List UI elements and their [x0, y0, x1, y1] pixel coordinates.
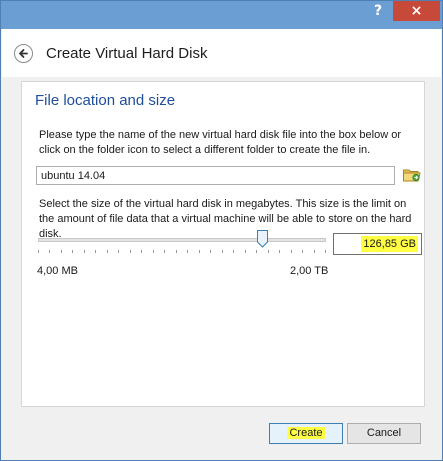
size-field[interactable]: 126,85 GB — [333, 233, 422, 255]
slider-tick — [60, 250, 62, 253]
folder-icon — [403, 169, 421, 182]
slider-tick — [313, 250, 315, 253]
slider-tick — [198, 250, 200, 253]
slider-tick — [164, 250, 166, 253]
back-button[interactable] — [14, 44, 33, 63]
slider-tick — [221, 250, 223, 253]
slider-tick — [129, 250, 131, 253]
slider-tick — [49, 250, 51, 253]
slider-tick — [187, 250, 189, 253]
slider-tick — [256, 250, 258, 253]
slider-tick — [244, 250, 246, 253]
close-button[interactable]: × — [393, 1, 440, 21]
slider-tick — [95, 250, 97, 253]
folder-button[interactable] — [402, 165, 422, 185]
slider-tick — [72, 250, 74, 253]
content-panel: File location and size Please type the n… — [21, 81, 425, 407]
wizard-header: Create Virtual Hard Disk — [2, 29, 441, 77]
create-button-label: Create — [287, 427, 325, 439]
slider-tick — [290, 250, 292, 253]
size-max-label: 2,00 TB — [290, 265, 329, 277]
slider-tick — [325, 250, 326, 253]
title-bar: ? × — [1, 1, 442, 29]
size-min-label: 4,00 MB — [37, 265, 78, 277]
back-arrow-icon — [19, 49, 28, 58]
dialog-window: ? × Create Virtual Hard Disk File locati… — [0, 0, 443, 461]
size-value: 126,85 GB — [361, 236, 418, 252]
slider-tick — [141, 250, 143, 253]
create-button[interactable]: Create — [269, 423, 343, 444]
file-name-input[interactable] — [36, 166, 395, 185]
help-button[interactable]: ? — [365, 1, 391, 21]
size-slider-thumb[interactable] — [257, 230, 269, 248]
cancel-button[interactable]: Cancel — [347, 423, 421, 444]
slider-tick — [38, 250, 39, 253]
file-location-description: Please type the name of the new virtual … — [39, 129, 401, 156]
size-slider-track[interactable] — [38, 238, 326, 242]
slider-tick — [152, 250, 154, 253]
slider-tick — [106, 250, 108, 253]
slider-ticks — [38, 250, 326, 256]
slider-tick — [83, 250, 85, 253]
slider-tick — [302, 250, 304, 253]
slider-tick — [267, 250, 269, 253]
slider-tick — [118, 250, 120, 253]
page-title: Create Virtual Hard Disk — [46, 45, 208, 62]
slider-tick — [279, 250, 281, 253]
slider-tick — [233, 250, 235, 253]
section-title: File location and size — [35, 92, 176, 109]
slider-tick — [175, 250, 177, 253]
slider-tick — [210, 250, 212, 253]
